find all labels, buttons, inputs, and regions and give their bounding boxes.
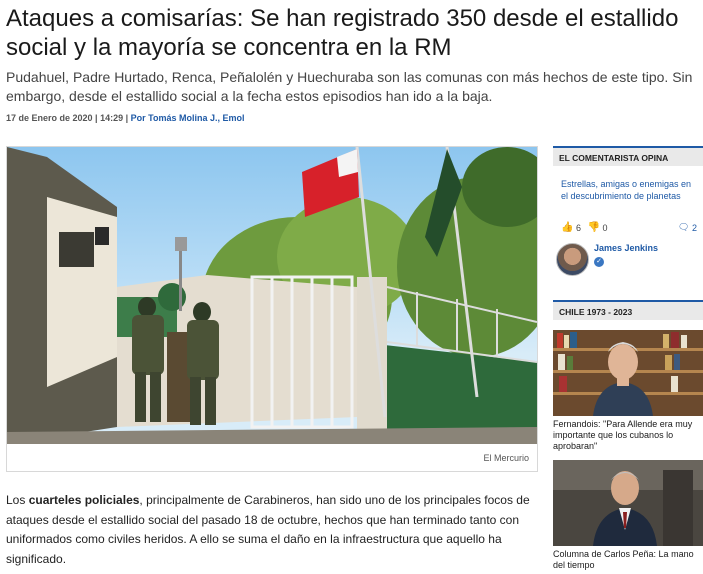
article-photo[interactable] — [7, 147, 537, 444]
body-keyword: cuarteles policiales — [28, 493, 140, 507]
carlos-pena-thumbnail[interactable] — [553, 460, 703, 546]
article-photo-figure: El Mercurio — [6, 146, 538, 472]
verified-badge-icon: ✓ — [594, 257, 604, 267]
dislikes-count: 0 — [602, 222, 608, 233]
byline: 17 de Enero de 2020 | 14:29 | Por Tomás … — [6, 113, 244, 123]
commenter-avatar[interactable] — [556, 243, 589, 276]
article-headline: Ataques a comisarías: Se han registrado … — [6, 5, 679, 61]
photo-credit: El Mercurio — [483, 453, 529, 463]
commenter-name[interactable]: James Jenkins — [594, 243, 658, 253]
comment-icon: 🗨 — [678, 222, 690, 233]
comentarista-heading: EL COMENTARISTA OPINA — [553, 146, 703, 166]
reaction-bar: 👍 6 👎 0 🗨 2 — [561, 222, 699, 236]
comments-counter[interactable]: 🗨 2 — [678, 222, 697, 233]
columnist-portrait-image — [553, 460, 703, 546]
thumbs-up-icon[interactable]: 👍 — [561, 222, 573, 233]
article-body: Los cuarteles policiales, principalmente… — [6, 491, 536, 569]
thumbs-down-icon[interactable]: 👎 — [588, 222, 600, 233]
comments-count: 2 — [691, 222, 697, 233]
carlos-pena-caption-link[interactable]: Columna de Carlos Peña: La mano del tiem… — [553, 549, 703, 571]
fernandois-caption-link[interactable]: Fernandois: "Para Allende era muy import… — [553, 419, 703, 452]
article-subheadline: Pudahuel, Padre Hurtado, Renca, Peñalolé… — [6, 69, 693, 104]
author-link[interactable]: Por Tomás Molina J., Emol — [131, 113, 245, 123]
chile-1973-2023-heading: CHILE 1973 - 2023 — [553, 300, 703, 320]
fernandois-thumbnail[interactable] — [553, 330, 703, 416]
police-station-photo — [7, 147, 537, 444]
body-text-start: Los — [6, 493, 29, 507]
comentarista-article-link[interactable]: Estrellas, amigas o enemigas en el descu… — [561, 178, 699, 202]
likes-count: 6 — [575, 222, 581, 233]
article-date: 17 de Enero de 2020 | 14:29 | — [6, 113, 129, 123]
bookshelf-portrait-image — [553, 330, 703, 416]
